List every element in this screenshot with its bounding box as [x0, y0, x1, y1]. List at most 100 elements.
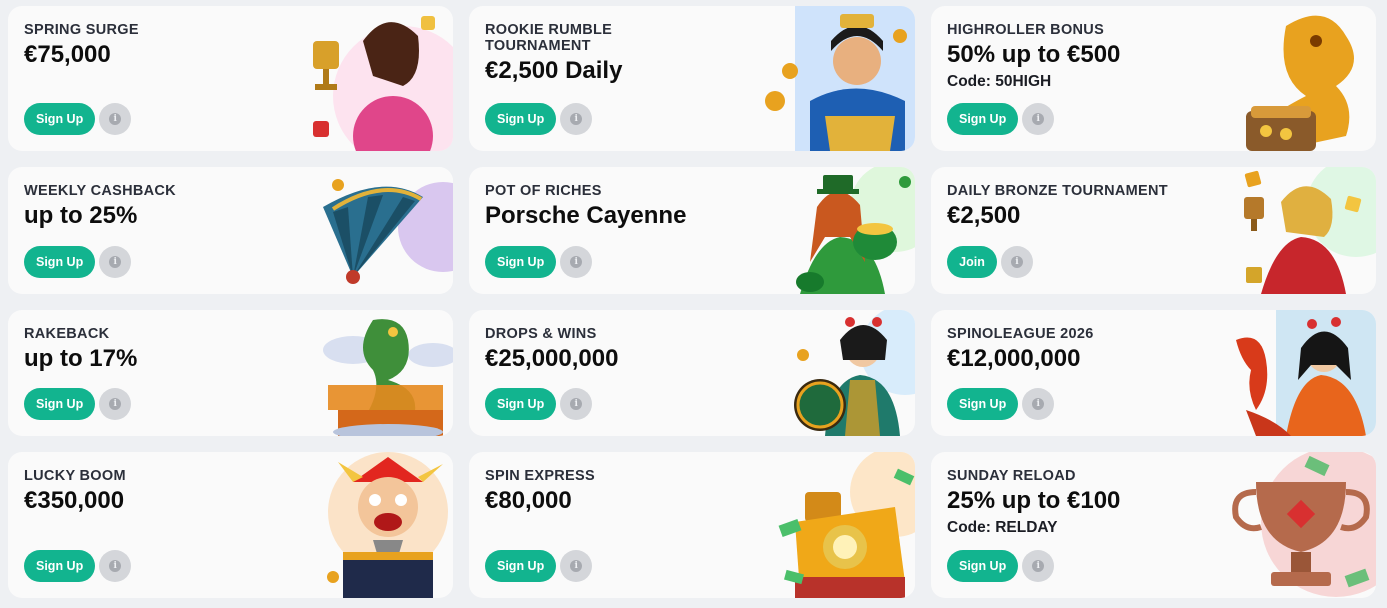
- promo-label: POT OF RICHES: [485, 183, 602, 199]
- promo-text: WEEKLY CASHBACK up to 25%: [24, 183, 304, 229]
- promo-card-spin-express[interactable]: SPIN EXPRESS €80,000 Sign Up i: [469, 452, 915, 598]
- info-button[interactable]: i: [99, 388, 132, 420]
- promo-actions: Sign Up i: [485, 388, 593, 420]
- trophy-cup-illustration: [1216, 452, 1376, 598]
- promo-card-spinoleague-2026[interactable]: SPINOLEAGUE 2026 €12,000,000 Sign Up i: [931, 310, 1376, 436]
- promo-value: up to 25%: [24, 202, 138, 229]
- info-button[interactable]: i: [560, 388, 593, 420]
- info-icon: i: [1032, 560, 1045, 572]
- promo-value: Porsche Cayenne: [485, 202, 687, 229]
- promo-card-weekly-cashback[interactable]: WEEKLY CASHBACK up to 25% Sign Up i: [8, 167, 453, 294]
- promo-text: SPINOLEAGUE 2026 €12,000,000: [947, 326, 1227, 372]
- promo-actions: Sign Up i: [24, 550, 132, 582]
- info-icon: i: [1032, 398, 1045, 410]
- promo-card-daily-bronze-tournament[interactable]: DAILY BRONZE TOURNAMENT €2,500 Join i: [931, 167, 1376, 294]
- promo-value: 50% up to €500: [947, 41, 1121, 68]
- info-button[interactable]: i: [560, 246, 593, 278]
- promo-label: HIGHROLLER BONUS: [947, 22, 1105, 38]
- promo-actions: Join i: [947, 246, 1033, 278]
- sign-up-button[interactable]: Sign Up: [485, 388, 557, 420]
- promo-label: SPINOLEAGUE 2026: [947, 326, 1094, 342]
- info-icon: i: [570, 256, 583, 268]
- promo-label: ROOKIE RUMBLE TOURNAMENT: [485, 22, 613, 54]
- promo-actions: Sign Up i: [947, 103, 1055, 135]
- info-icon: i: [109, 398, 122, 410]
- promo-text: SPRING SURGE €75,000: [24, 22, 304, 68]
- promo-actions: Sign Up i: [485, 246, 593, 278]
- promo-card-sunday-reload[interactable]: SUNDAY RELOAD 25% up to €100 Code: RELDA…: [931, 452, 1376, 598]
- info-icon: i: [570, 560, 583, 572]
- promo-value: €2,500: [947, 202, 1021, 229]
- leprechaun-girl-illustration: [755, 167, 915, 294]
- promo-value: 25% up to €100: [947, 487, 1121, 514]
- promo-label: WEEKLY CASHBACK: [24, 183, 176, 199]
- promo-value: €75,000: [24, 41, 111, 68]
- sign-up-button[interactable]: Sign Up: [24, 246, 96, 278]
- woman-dragon-illustration: [1216, 310, 1376, 436]
- info-button[interactable]: i: [560, 550, 593, 582]
- info-button[interactable]: i: [1022, 550, 1055, 582]
- cashback-fan-illustration: [293, 167, 453, 294]
- promo-text: LUCKY BOOM €350,000: [24, 468, 304, 514]
- sign-up-button[interactable]: Sign Up: [947, 388, 1019, 420]
- golden-dragon-illustration: [1216, 6, 1376, 151]
- info-button[interactable]: i: [1022, 388, 1055, 420]
- promo-actions: Sign Up i: [947, 550, 1055, 582]
- info-icon: i: [1032, 113, 1045, 125]
- info-button[interactable]: i: [99, 550, 132, 582]
- promo-label: RAKEBACK: [24, 326, 110, 342]
- promo-card-lucky-boom[interactable]: LUCKY BOOM €350,000 Sign Up i: [8, 452, 453, 598]
- sign-up-button[interactable]: Sign Up: [24, 103, 96, 135]
- promo-label: DAILY BRONZE TOURNAMENT: [947, 183, 1168, 199]
- promo-value: €80,000: [485, 487, 572, 514]
- info-button[interactable]: i: [1001, 246, 1033, 278]
- info-icon: i: [570, 398, 583, 410]
- promo-value: €350,000: [24, 487, 125, 514]
- promo-actions: Sign Up i: [24, 388, 132, 420]
- gold-train-illustration: [755, 452, 915, 598]
- promo-label: SPRING SURGE: [24, 22, 139, 38]
- promo-text: DROPS & WINS €25,000,000: [485, 326, 765, 372]
- promo-label: DROPS & WINS: [485, 326, 597, 342]
- sign-up-button[interactable]: Sign Up: [947, 550, 1019, 582]
- promo-value: €25,000,000: [485, 345, 619, 372]
- promo-card-rookie-rumble[interactable]: ROOKIE RUMBLE TOURNAMENT €2,500 Daily Si…: [469, 6, 915, 151]
- promo-text: RAKEBACK up to 17%: [24, 326, 304, 372]
- promo-actions: Sign Up i: [24, 103, 132, 135]
- promo-card-pot-of-riches[interactable]: POT OF RICHES Porsche Cayenne Sign Up i: [469, 167, 915, 294]
- info-icon: i: [570, 113, 583, 125]
- info-icon: i: [109, 256, 122, 268]
- promo-actions: Sign Up i: [485, 550, 593, 582]
- info-button[interactable]: i: [99, 246, 132, 278]
- sign-up-button[interactable]: Sign Up: [485, 550, 557, 582]
- promo-card-highroller-bonus[interactable]: HIGHROLLER BONUS 50% up to €500 Code: 50…: [931, 6, 1376, 151]
- info-icon: i: [1011, 256, 1023, 268]
- geisha-drops-wins-illustration: [755, 310, 915, 436]
- join-button[interactable]: Join: [947, 246, 997, 278]
- promo-card-spring-surge[interactable]: SPRING SURGE €75,000 Sign Up i: [8, 6, 453, 151]
- promo-value: up to 17%: [24, 345, 138, 372]
- sign-up-button[interactable]: Sign Up: [24, 550, 96, 582]
- promo-text: HIGHROLLER BONUS 50% up to €500 Code: 50…: [947, 22, 1227, 91]
- promo-actions: Sign Up i: [485, 103, 593, 135]
- promo-actions: Sign Up i: [24, 246, 132, 278]
- info-button[interactable]: i: [1022, 103, 1055, 135]
- info-icon: i: [109, 560, 122, 572]
- promo-card-rakeback[interactable]: RAKEBACK up to 17% Sign Up i: [8, 310, 453, 436]
- sign-up-button[interactable]: Sign Up: [947, 103, 1019, 135]
- promo-card-drops-wins[interactable]: DROPS & WINS €25,000,000 Sign Up i: [469, 310, 915, 436]
- promotions-grid: SPRING SURGE €75,000 Sign Up i ROOKIE RU…: [8, 6, 1377, 598]
- sign-up-button[interactable]: Sign Up: [485, 246, 557, 278]
- promo-value: €2,500 Daily: [485, 57, 623, 84]
- promo-code: Code: 50HIGH: [947, 73, 1052, 90]
- sign-up-button[interactable]: Sign Up: [24, 388, 96, 420]
- sign-up-button[interactable]: Sign Up: [485, 103, 557, 135]
- promo-text: SPIN EXPRESS €80,000: [485, 468, 765, 514]
- promo-label: SUNDAY RELOAD: [947, 468, 1076, 484]
- promo-value: €12,000,000: [947, 345, 1081, 372]
- promo-code: Code: RELDAY: [947, 519, 1058, 536]
- info-button[interactable]: i: [99, 103, 132, 135]
- info-button[interactable]: i: [560, 103, 593, 135]
- promo-text: SUNDAY RELOAD 25% up to €100 Code: RELDA…: [947, 468, 1227, 537]
- promo-actions: Sign Up i: [947, 388, 1055, 420]
